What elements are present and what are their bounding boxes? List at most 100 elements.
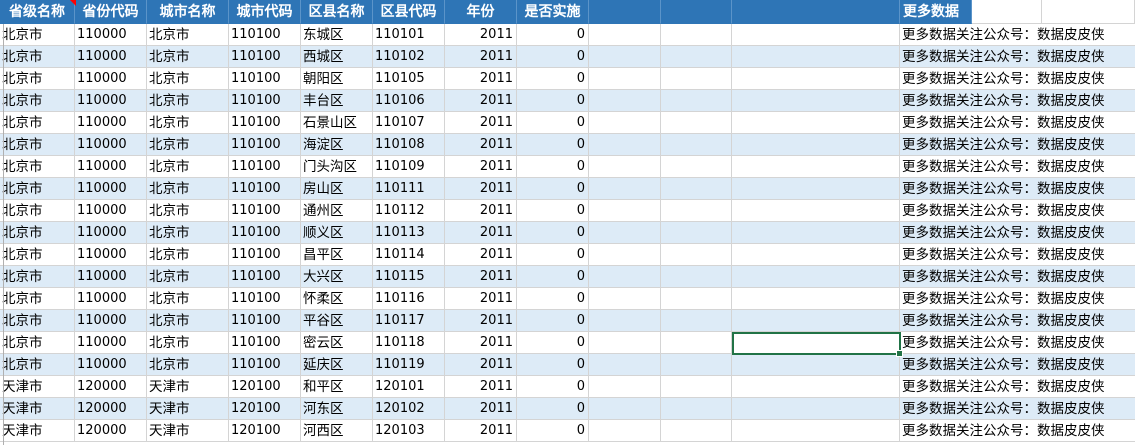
empty-cell[interactable] (661, 112, 732, 134)
empty-cell[interactable] (661, 46, 732, 68)
cell-more-data[interactable]: 更多数据关注公众号：数据皮皮侠 (900, 222, 1135, 244)
cell-prov-code[interactable]: 110000 (75, 156, 147, 178)
cell-prov-name[interactable]: 北京市 (0, 46, 75, 68)
empty-cell[interactable] (589, 354, 661, 376)
cell-city-code[interactable]: 120100 (229, 398, 301, 420)
empty-cell[interactable] (732, 90, 900, 112)
cell-county-name[interactable]: 密云区 (301, 332, 373, 354)
empty-cell[interactable] (589, 178, 661, 200)
cell-prov-name[interactable]: 北京市 (0, 332, 75, 354)
empty-cell[interactable] (661, 288, 732, 310)
empty-cell[interactable] (732, 200, 900, 222)
cell-more-data[interactable]: 更多数据关注公众号：数据皮皮侠 (900, 266, 1135, 288)
cell-year[interactable]: 2011 (445, 200, 517, 222)
cell-prov-name[interactable]: 天津市 (0, 398, 75, 420)
cell-county-code[interactable]: 110106 (373, 90, 445, 112)
cell-county-code[interactable]: 120102 (373, 398, 445, 420)
empty-cell[interactable] (732, 376, 900, 398)
column-header-city-name[interactable]: 城市名称 (147, 0, 229, 24)
cell-more-data[interactable]: 更多数据关注公众号：数据皮皮侠 (900, 310, 1135, 332)
cell-implemented[interactable]: 0 (517, 222, 589, 244)
cell-prov-code[interactable]: 110000 (75, 46, 147, 68)
empty-cell[interactable] (589, 46, 661, 68)
cell-prov-code[interactable]: 110000 (75, 354, 147, 376)
cell-county-code[interactable]: 110115 (373, 266, 445, 288)
cell-county-code[interactable]: 110119 (373, 354, 445, 376)
cell-city-code[interactable]: 110100 (229, 244, 301, 266)
cell-county-name[interactable]: 平谷区 (301, 310, 373, 332)
column-header-prov-name[interactable]: 省级名称 (0, 0, 75, 24)
cell-prov-name[interactable]: 北京市 (0, 24, 75, 46)
cell-prov-code[interactable]: 110000 (75, 200, 147, 222)
cell-more-data[interactable]: 更多数据关注公众号：数据皮皮侠 (900, 288, 1135, 310)
cell-city-code[interactable]: 110100 (229, 200, 301, 222)
empty-cell[interactable] (732, 68, 900, 90)
cell-county-name[interactable]: 房山区 (301, 178, 373, 200)
cell-implemented[interactable]: 0 (517, 90, 589, 112)
column-header-blank-3[interactable] (732, 0, 900, 24)
cell-county-name[interactable]: 昌平区 (301, 244, 373, 266)
empty-cell[interactable] (732, 112, 900, 134)
column-header-blank-2[interactable] (661, 0, 732, 24)
cell-city-name[interactable]: 北京市 (147, 200, 229, 222)
empty-cell[interactable] (589, 90, 661, 112)
cell-city-name[interactable]: 北京市 (147, 112, 229, 134)
cell-city-name[interactable]: 北京市 (147, 134, 229, 156)
cell-city-code[interactable]: 110100 (229, 46, 301, 68)
cell-city-name[interactable]: 北京市 (147, 244, 229, 266)
cell-year[interactable]: 2011 (445, 354, 517, 376)
cell-city-code[interactable]: 110100 (229, 310, 301, 332)
empty-cell[interactable] (732, 288, 900, 310)
cell-more-data[interactable]: 更多数据关注公众号：数据皮皮侠 (900, 420, 1135, 442)
cell-city-code[interactable]: 110100 (229, 354, 301, 376)
cell-county-code[interactable]: 110108 (373, 134, 445, 156)
empty-cell[interactable] (732, 398, 900, 420)
cell-county-code[interactable]: 110116 (373, 288, 445, 310)
cell-prov-code[interactable]: 110000 (75, 244, 147, 266)
cell-implemented[interactable]: 0 (517, 46, 589, 68)
cell-city-name[interactable]: 北京市 (147, 178, 229, 200)
column-header-more-data[interactable]: 更多数据 (900, 0, 972, 24)
cell-implemented[interactable]: 0 (517, 200, 589, 222)
cell-more-data[interactable]: 更多数据关注公众号：数据皮皮侠 (900, 332, 1135, 354)
cell-city-name[interactable]: 北京市 (147, 68, 229, 90)
cell-county-code[interactable]: 110117 (373, 310, 445, 332)
cell-prov-name[interactable]: 北京市 (0, 200, 75, 222)
cell-year[interactable]: 2011 (445, 90, 517, 112)
cell-more-data[interactable]: 更多数据关注公众号：数据皮皮侠 (900, 68, 1135, 90)
cell-prov-code[interactable]: 110000 (75, 310, 147, 332)
cell-city-code[interactable]: 110100 (229, 178, 301, 200)
cell-year[interactable]: 2011 (445, 376, 517, 398)
cell-city-name[interactable]: 北京市 (147, 288, 229, 310)
cell-county-code[interactable]: 110112 (373, 200, 445, 222)
empty-cell[interactable] (661, 68, 732, 90)
empty-cell[interactable] (589, 288, 661, 310)
cell-prov-code[interactable]: 110000 (75, 134, 147, 156)
cell-implemented[interactable]: 0 (517, 398, 589, 420)
empty-cell[interactable] (589, 156, 661, 178)
empty-cell[interactable] (732, 244, 900, 266)
cell-county-code[interactable]: 110118 (373, 332, 445, 354)
cell-implemented[interactable]: 0 (517, 332, 589, 354)
empty-cell[interactable] (661, 332, 732, 354)
cell-prov-code[interactable]: 110000 (75, 266, 147, 288)
cell-county-code[interactable]: 120103 (373, 420, 445, 442)
empty-cell[interactable] (661, 398, 732, 420)
empty-cell[interactable] (661, 266, 732, 288)
empty-cell[interactable] (589, 332, 661, 354)
cell-county-name[interactable]: 延庆区 (301, 354, 373, 376)
cell-city-name[interactable]: 北京市 (147, 310, 229, 332)
cell-prov-name[interactable]: 北京市 (0, 156, 75, 178)
cell-prov-code[interactable]: 110000 (75, 288, 147, 310)
empty-cell[interactable] (732, 354, 900, 376)
cell-city-name[interactable]: 北京市 (147, 354, 229, 376)
cell-implemented[interactable]: 0 (517, 68, 589, 90)
cell-county-name[interactable]: 和平区 (301, 376, 373, 398)
empty-cell[interactable] (589, 24, 661, 46)
empty-cell[interactable] (732, 46, 900, 68)
cell-implemented[interactable]: 0 (517, 244, 589, 266)
cell-implemented[interactable]: 0 (517, 310, 589, 332)
cell-prov-name[interactable]: 北京市 (0, 310, 75, 332)
cell-city-code[interactable]: 110100 (229, 68, 301, 90)
cell-prov-name[interactable]: 北京市 (0, 112, 75, 134)
